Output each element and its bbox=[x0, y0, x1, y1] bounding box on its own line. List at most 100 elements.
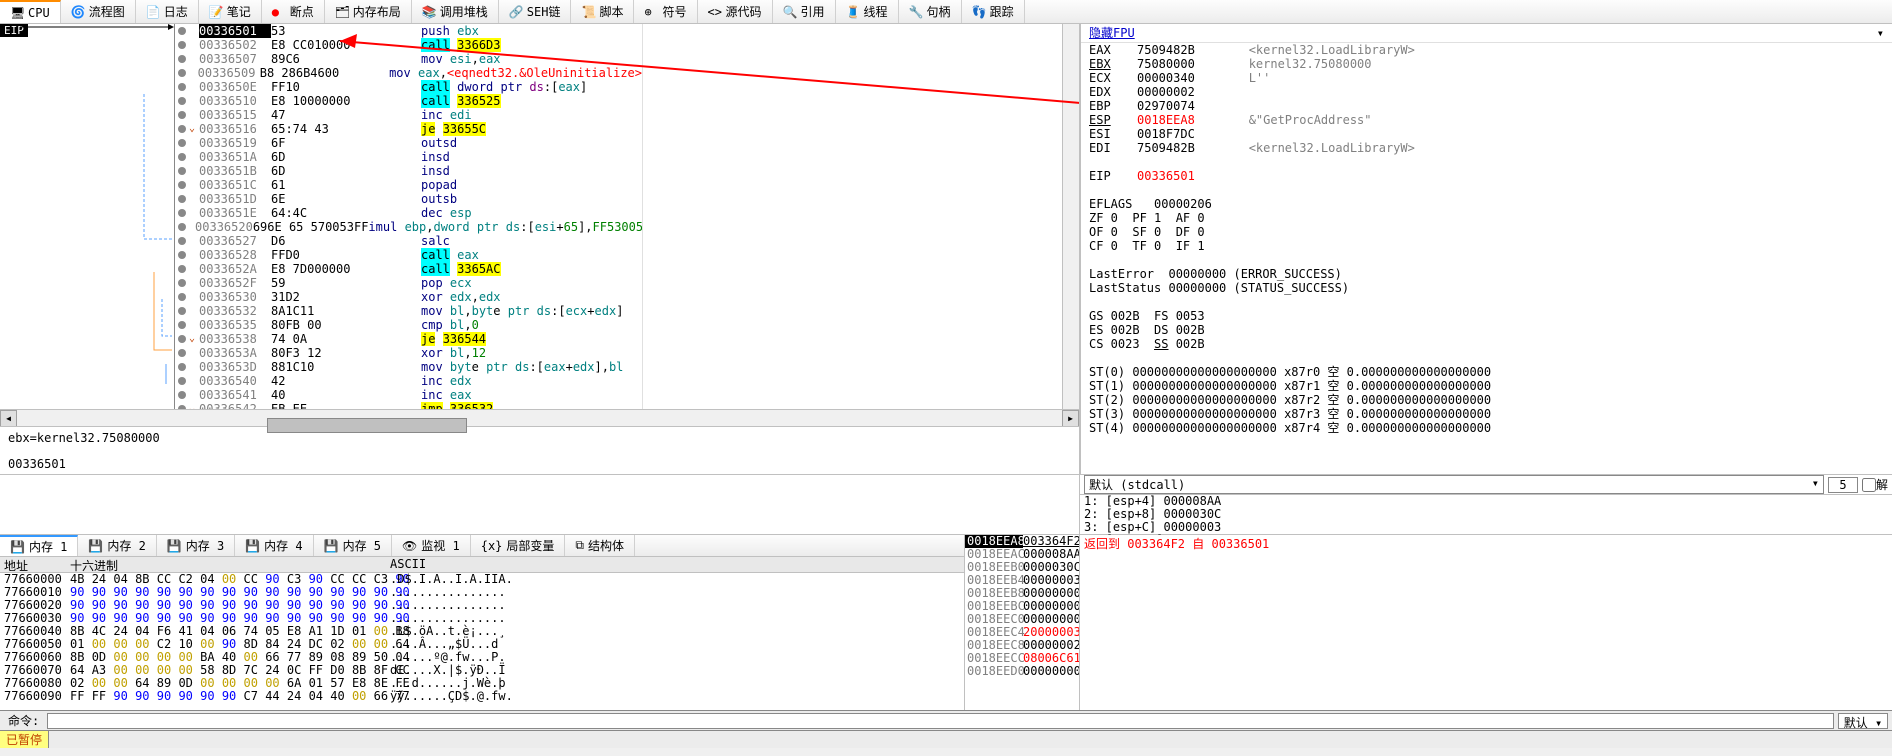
tab-cpu[interactable]: 🖥CPU bbox=[0, 0, 61, 23]
disasm-row[interactable]: 0033651C61popad bbox=[175, 178, 642, 192]
memtab-watch[interactable]: 👁监视 1 bbox=[392, 535, 471, 556]
calling-convention-select[interactable]: 默认 (stdcall) ▾ bbox=[1084, 475, 1824, 494]
tab-script[interactable]: 📜脚本 bbox=[571, 0, 634, 23]
tab-breakpoints[interactable]: ●断点 bbox=[262, 0, 325, 23]
watch-icon: 👁 bbox=[402, 539, 417, 553]
scroll-right-icon[interactable]: ▶ bbox=[1062, 410, 1079, 427]
disasm-row[interactable]: 0033650789C6mov esi,eax bbox=[175, 52, 642, 66]
disasm-row[interactable]: 0033653D881C10mov byte ptr ds:[eax+edx],… bbox=[175, 360, 642, 374]
disasm-row[interactable]: 0033650153push ebx bbox=[175, 24, 642, 38]
mem-icon: 💾 bbox=[10, 540, 25, 554]
disasm-row[interactable]: 003365328A1C11mov bl,byte ptr ds:[ecx+ed… bbox=[175, 304, 642, 318]
register-ecx[interactable]: ECX00000340 L'' bbox=[1081, 71, 1892, 85]
disasm-row[interactable]: 00336509B8 286B4600mov eax,<eqnedt32.&Ol… bbox=[175, 66, 642, 80]
unlock-label: 解 bbox=[1876, 476, 1888, 493]
disasm-row[interactable]: 0033651A6Dinsd bbox=[175, 150, 642, 164]
register-esi[interactable]: ESI0018F7DC bbox=[1081, 127, 1892, 141]
disasm-row[interactable]: 0033653580FB 00cmp bl,0 bbox=[175, 318, 642, 332]
disasm-row[interactable]: 0033651B6Dinsd bbox=[175, 164, 642, 178]
disasm-row[interactable]: 003365196Foutsd bbox=[175, 136, 642, 150]
memtab-locals[interactable]: {x}局部变量 bbox=[471, 535, 566, 556]
tab-symbols[interactable]: ⊕符号 bbox=[634, 0, 697, 23]
disasm-row[interactable]: 00336510E8 10000000call 336525 bbox=[175, 94, 642, 108]
disasm-vscroll[interactable] bbox=[1062, 24, 1079, 409]
disasm-row[interactable]: 0033651D6Eoutsb bbox=[175, 192, 642, 206]
memtab-1[interactable]: 💾内存 1 bbox=[0, 535, 78, 556]
disasm-row[interactable]: 00336502E8 CC010000call 3366D3 bbox=[175, 38, 642, 52]
mem-icon: 💾 bbox=[245, 539, 260, 553]
stack-row[interactable]: 0018EED000000000 bbox=[965, 665, 1079, 678]
tab-refs[interactable]: 🔍引用 bbox=[773, 0, 836, 23]
tab-seh[interactable]: 🔗SEH链 bbox=[499, 0, 572, 23]
disasm-row[interactable]: ⌄0033651665:74 43je 33655C bbox=[175, 122, 642, 136]
disasm-row[interactable]: 0033654042inc edx bbox=[175, 374, 642, 388]
locals-icon: {x} bbox=[481, 539, 503, 553]
tab-log[interactable]: 📄日志 bbox=[136, 0, 199, 23]
regs-menu-icon[interactable]: ▾ bbox=[1877, 26, 1884, 40]
disasm-row[interactable]: 00336520696E 65 570053FFimul ebp,dword p… bbox=[175, 220, 642, 234]
callstack-icon: 📚 bbox=[422, 5, 436, 19]
notes-icon: 📝 bbox=[209, 5, 223, 19]
register-eax[interactable]: EAX7509482B <kernel32.LoadLibraryW> bbox=[1081, 43, 1892, 57]
register-ebp[interactable]: EBP02970074 bbox=[1081, 99, 1892, 113]
stack-comment-panel: 返回到 003364F2 自 00336501 bbox=[1080, 535, 1892, 710]
disasm-row[interactable]: 0033654140inc eax bbox=[175, 388, 642, 402]
disasm-row[interactable]: 0033653031D2xor edx,edx bbox=[175, 290, 642, 304]
script-icon: 📜 bbox=[581, 5, 595, 19]
memtab-struct[interactable]: ⧉结构体 bbox=[565, 535, 635, 556]
memtab-3[interactable]: 💾内存 3 bbox=[157, 535, 235, 556]
disasm-row[interactable]: 00336527D6salc bbox=[175, 234, 642, 248]
eip-gutter: EIP bbox=[0, 24, 175, 409]
command-mode-select[interactable]: 默认 ▾ bbox=[1838, 713, 1888, 729]
cpu-icon: 🖥 bbox=[10, 6, 24, 20]
log-icon: 📄 bbox=[146, 5, 160, 19]
tab-source[interactable]: <>源代码 bbox=[698, 0, 773, 23]
mem-icon: 💾 bbox=[167, 539, 182, 553]
last-status: LastStatus 00000000 (STATUS_SUCCESS) bbox=[1081, 281, 1892, 295]
disasm-row[interactable]: 0033653A80F3 12xor bl,12 bbox=[175, 346, 642, 360]
disasm-row[interactable]: 0033651E64:4Cdec esp bbox=[175, 206, 642, 220]
disasm-row[interactable]: 0033651547inc edi bbox=[175, 108, 642, 122]
memtab-5[interactable]: 💾内存 5 bbox=[314, 535, 392, 556]
tab-flowchart[interactable]: 🌀流程图 bbox=[61, 0, 136, 23]
tab-callstack[interactable]: 📚调用堆栈 bbox=[412, 0, 499, 23]
mem-icon: 💾 bbox=[324, 539, 339, 553]
tab-handles[interactable]: 🔧句柄 bbox=[899, 0, 962, 23]
threads-icon: 🧵 bbox=[846, 5, 860, 19]
source-icon: <> bbox=[708, 5, 722, 19]
disasm-row[interactable]: 0033652F59pop ecx bbox=[175, 276, 642, 290]
disasm-row[interactable]: ⌄0033653874 0Aje 336544 bbox=[175, 332, 642, 346]
memtab-2[interactable]: 💾内存 2 bbox=[78, 535, 156, 556]
disasm-row[interactable]: 00336528FFD0call eax bbox=[175, 248, 642, 262]
command-input[interactable] bbox=[47, 713, 1834, 729]
scroll-left-icon[interactable]: ◀ bbox=[0, 410, 17, 427]
trace-icon: 👣 bbox=[972, 5, 986, 19]
stack-panel[interactable]: 0018EEA8003364F20018EEAC000008AA0018EEB0… bbox=[965, 535, 1080, 710]
disasm-hscroll[interactable]: ◀ ▶ bbox=[0, 409, 1079, 426]
disasm-row[interactable]: ⌄00336542EB EEjmp 336532 bbox=[175, 402, 642, 409]
register-esp[interactable]: ESP0018EEA8 &"GetProcAddress" bbox=[1081, 113, 1892, 127]
tab-notes[interactable]: 📝笔记 bbox=[199, 0, 262, 23]
dump-row[interactable]: 77660090FF FF 90 90 90 90 90 90 C7 44 24… bbox=[0, 690, 964, 703]
register-edi[interactable]: EDI7509482B <kernel32.LoadLibraryW> bbox=[1081, 141, 1892, 155]
hex-dump[interactable]: 776600004B 24 04 8B CC C2 04 00 CC 90 C3… bbox=[0, 573, 964, 710]
tab-memmap[interactable]: 🗂内存布局 bbox=[325, 0, 412, 23]
tab-trace[interactable]: 👣跟踪 bbox=[962, 0, 1025, 23]
unlock-checkbox[interactable] bbox=[1862, 478, 1876, 492]
register-edx[interactable]: EDX00000002 bbox=[1081, 85, 1892, 99]
registers-panel: 隐藏FPU ▾ EAX7509482B <kernel32.LoadLibrary… bbox=[1080, 24, 1892, 474]
instruction-info: ebx=kernel32.75080000 00336501 bbox=[0, 426, 1079, 474]
dump-header: 地址十六进制ASCII bbox=[0, 557, 964, 573]
hide-fpu-link[interactable]: 隐藏FPU bbox=[1089, 26, 1135, 40]
disassembly-listing[interactable]: 0033650153push ebx 00336502E8 CC010000ca… bbox=[175, 24, 642, 409]
memtab-4[interactable]: 💾内存 4 bbox=[235, 535, 313, 556]
arg-count-input[interactable]: 5 bbox=[1828, 477, 1858, 493]
eflags-value: EFLAGS 00000206 bbox=[1081, 197, 1892, 211]
disasm-row[interactable]: 0033652AE8 7D000000call 3365AC bbox=[175, 262, 642, 276]
disasm-row[interactable]: 0033650EFF10call dword ptr ds:[eax] bbox=[175, 80, 642, 94]
tab-threads[interactable]: 🧵线程 bbox=[836, 0, 899, 23]
command-label: 命令: bbox=[0, 712, 47, 729]
seh-icon: 🔗 bbox=[509, 5, 523, 19]
flowchart-icon: 🌀 bbox=[71, 5, 85, 19]
register-ebx[interactable]: EBX75080000 kernel32.75080000 bbox=[1081, 57, 1892, 71]
